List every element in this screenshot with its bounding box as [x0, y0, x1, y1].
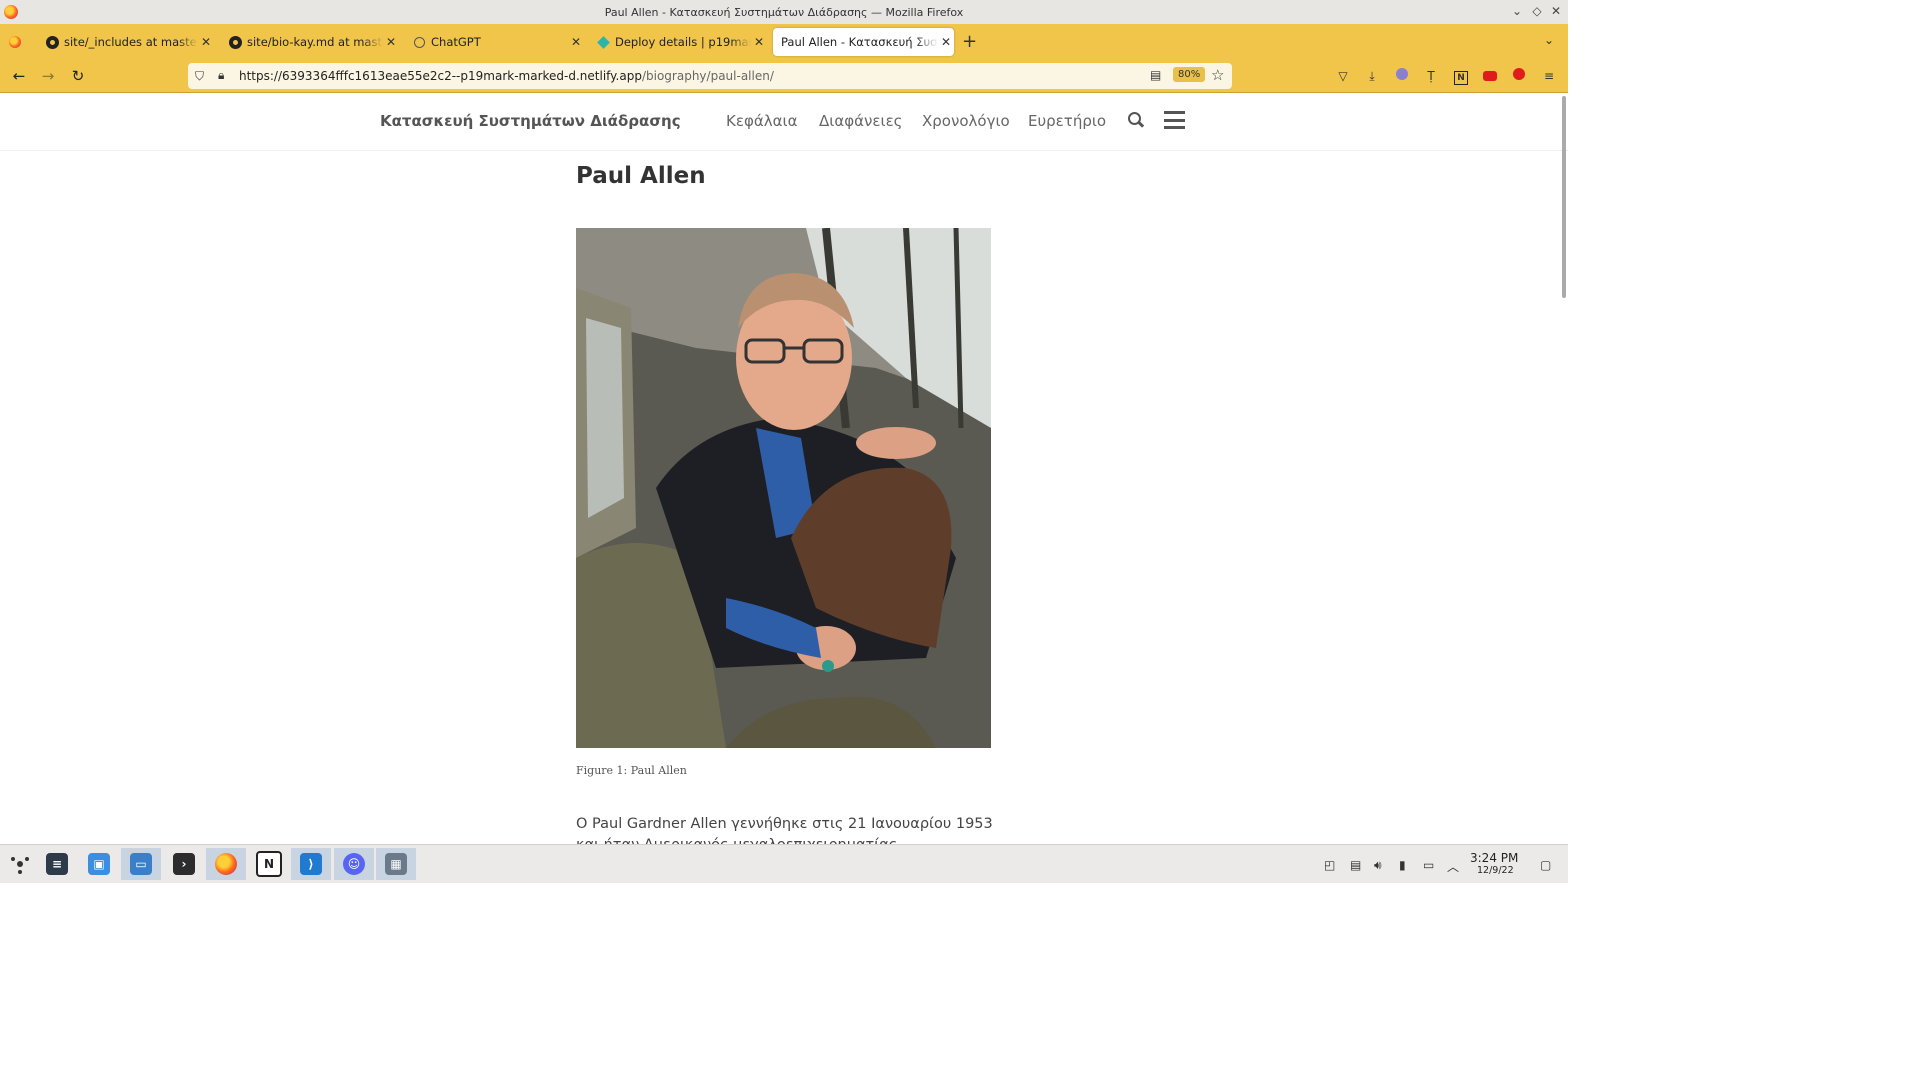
show-desktop-icon[interactable]: ▢ — [1540, 858, 1551, 872]
adblock-extension-icon[interactable] — [1511, 68, 1527, 84]
youtube-extension-icon[interactable] — [1482, 68, 1498, 84]
downloads-icon[interactable]: ⤓ — [1364, 68, 1380, 84]
notion-icon[interactable]: N — [249, 848, 289, 880]
hamburger-menu-icon[interactable] — [1164, 111, 1185, 129]
new-tab-button[interactable]: + — [962, 31, 977, 52]
pocket-icon[interactable]: ▽ — [1335, 68, 1351, 84]
reader-view-icon[interactable]: ▤ — [1150, 68, 1161, 82]
vscode-icon[interactable]: ⟩ — [291, 848, 331, 880]
file-manager-icon[interactable]: ▭ — [121, 848, 161, 880]
firefox-icon[interactable] — [206, 848, 246, 880]
system-monitor-icon[interactable]: ≡ — [37, 848, 77, 880]
discover-icon[interactable]: ▣ — [79, 848, 119, 880]
zoom-level-badge[interactable]: 80% — [1173, 67, 1206, 82]
netlify-icon — [597, 35, 610, 49]
nav-item-index[interactable]: Ευρετήριο — [1028, 112, 1106, 130]
close-tab-icon[interactable]: ✕ — [938, 35, 954, 49]
figure-caption: Figure 1: Paul Allen — [576, 764, 687, 777]
clock-time[interactable]: 3:24 PM — [1470, 851, 1518, 865]
tab-chatgpt[interactable]: ChatGPT ✕ — [405, 28, 584, 56]
nav-item-timeline[interactable]: Χρονολόγιο — [922, 112, 1010, 130]
tab-label: site/bio-kay.md at master · — [247, 35, 383, 49]
site-title-link[interactable]: Κατασκευή Συστημάτων Διάδρασης — [380, 112, 681, 130]
discord-tray-icon[interactable]: ◰ — [1324, 858, 1335, 872]
firefox-logo-icon — [4, 5, 18, 19]
usb-device-icon[interactable]: ▮ — [1399, 858, 1406, 872]
window-titlebar: Paul Allen - Κατασκευή Συστημάτων Διάδρα… — [0, 0, 1568, 25]
nav-item-slides[interactable]: Διαφάνειες — [819, 112, 902, 130]
list-all-tabs-icon[interactable]: ⌄ — [1544, 33, 1554, 47]
close-tab-icon[interactable]: ✕ — [751, 35, 767, 49]
network-icon[interactable]: ▭ — [1423, 858, 1434, 872]
extension-globe-icon[interactable] — [1394, 68, 1410, 84]
navigation-toolbar: ← → ↻ ⛉ 🔒︎ https://6393364fffc1613eae55e… — [0, 60, 1568, 93]
terminal-icon[interactable]: › — [164, 848, 204, 880]
firefox-view-icon[interactable] — [9, 36, 21, 48]
lock-icon[interactable]: 🔒︎ — [218, 68, 224, 83]
volume-icon[interactable]: 🔊︎ — [1374, 858, 1382, 873]
tab-label: Deploy details | p19mark-m — [615, 35, 751, 49]
tab-netlify-deploy[interactable]: Deploy details | p19mark-m ✕ — [589, 28, 767, 56]
extension-translate-icon[interactable]: Ṭ — [1423, 68, 1439, 84]
tab-strip: site/_includes at master · S ✕ site/bio-… — [0, 24, 1568, 60]
notion-extension-icon[interactable]: N — [1453, 68, 1469, 85]
close-window-button[interactable]: ✕ — [1548, 4, 1564, 18]
maximize-button[interactable]: ◇ — [1529, 4, 1545, 18]
tab-paul-allen[interactable]: Paul Allen - Κατασκευή Συστήμ ✕ — [773, 28, 954, 56]
tab-github-bio-kay[interactable]: site/bio-kay.md at master · ✕ — [221, 28, 399, 56]
back-arrow-icon[interactable]: ← — [9, 67, 29, 85]
address-bar[interactable]: ⛉ 🔒︎ https://6393364fffc1613eae55e2c2--p… — [188, 63, 1232, 89]
clock-date[interactable]: 12/9/22 — [1477, 865, 1514, 876]
close-tab-icon[interactable]: ✕ — [383, 35, 399, 49]
app-menu-icon[interactable]: ≡ — [1541, 68, 1557, 84]
screenshot-tool-icon[interactable]: ▦ — [376, 848, 416, 880]
github-icon — [46, 35, 59, 49]
tab-github-includes[interactable]: site/_includes at master · S ✕ — [38, 28, 214, 56]
url-text[interactable]: https://6393364fffc1613eae55e2c2--p19mar… — [239, 69, 774, 83]
tab-label: ChatGPT — [431, 35, 481, 49]
close-tab-icon[interactable]: ✕ — [198, 35, 214, 49]
search-icon[interactable] — [1128, 112, 1145, 128]
system-taskbar: ≡ ▣ ▭ › N ⟩ ☺ ▦ ◰ ▤ 🔊︎ ▮ ▭ ︿ ▢ — [0, 844, 1568, 883]
tray-expand-chevron-icon[interactable]: ︿ — [1447, 858, 1459, 875]
page-scrollbar[interactable] — [1562, 96, 1566, 298]
page-title: Paul Allen — [576, 163, 706, 189]
github-icon — [229, 35, 242, 49]
bookmark-star-icon[interactable]: ☆ — [1211, 66, 1224, 84]
chatgpt-icon — [413, 36, 426, 49]
app-launcher-icon[interactable] — [0, 848, 40, 880]
tab-label: site/_includes at master · S — [64, 35, 198, 49]
discord-icon[interactable]: ☺ — [334, 848, 374, 880]
close-tab-icon[interactable]: ✕ — [568, 35, 584, 49]
tab-label: Paul Allen - Κατασκευή Συστήμ — [781, 35, 938, 49]
forward-arrow-icon[interactable]: → — [38, 67, 58, 85]
window-title: Paul Allen - Κατασκευή Συστημάτων Διάδρα… — [604, 5, 964, 19]
nav-item-chapters[interactable]: Κεφάλαια — [726, 112, 797, 130]
paul-allen-photo — [576, 228, 991, 748]
site-header: Κατασκευή Συστημάτων Διάδρασης Κεφάλαια … — [0, 93, 1568, 151]
tracking-protection-shield-icon[interactable]: ⛉ — [195, 69, 204, 84]
reload-icon[interactable]: ↻ — [68, 67, 88, 85]
clipboard-tray-icon[interactable]: ▤ — [1350, 858, 1361, 872]
minimize-button[interactable]: ⌄ — [1509, 4, 1525, 18]
